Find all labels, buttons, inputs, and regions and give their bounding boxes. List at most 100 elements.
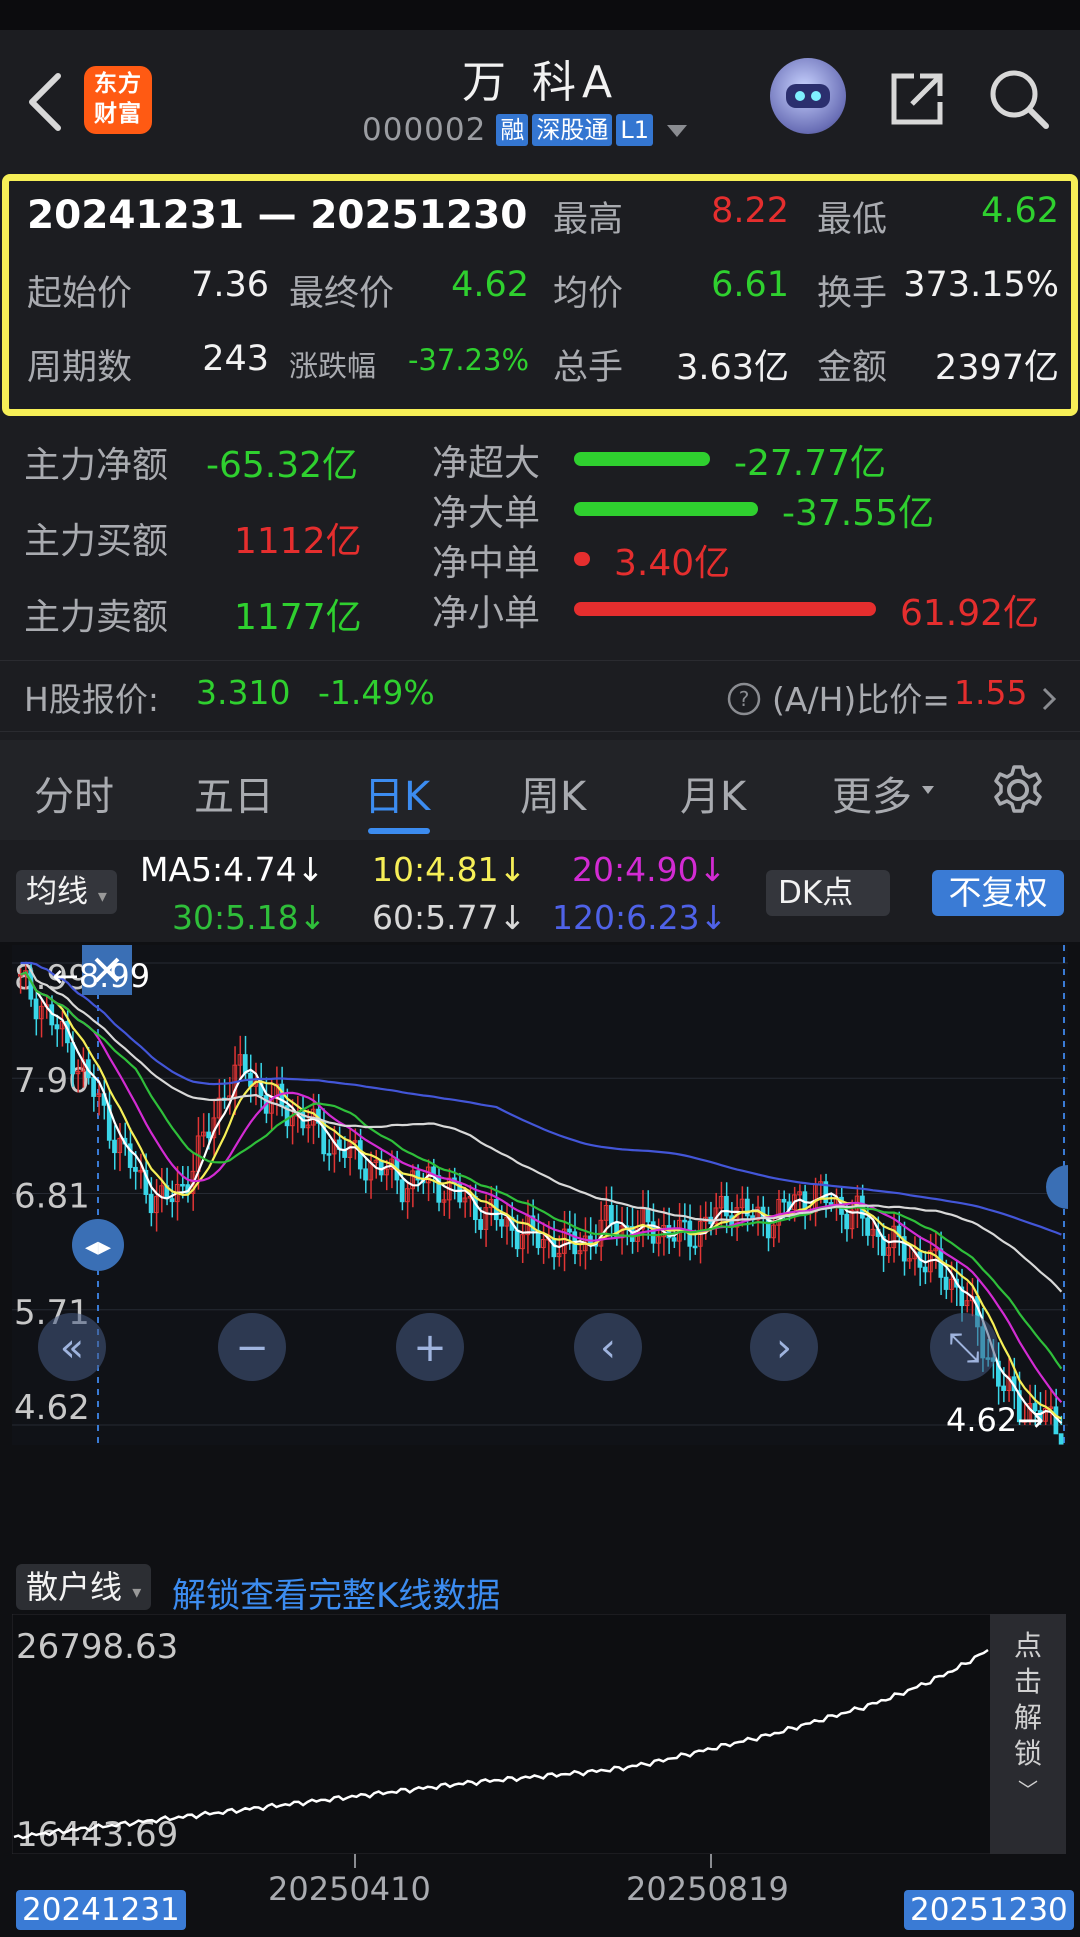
candle-body <box>326 1153 332 1156</box>
unlock-side-button[interactable]: 点 击 解 锁 ﹀ <box>990 1614 1066 1854</box>
candle-body <box>551 1238 557 1258</box>
ma-row: 均线 ▾ MA5:4.74↓ 10:4.81↓ 20:4.90↓ 30:5.18… <box>0 842 1080 942</box>
stock-code-row[interactable]: 000002 融 深股通 L1 <box>362 112 687 148</box>
end-label: 最终价 <box>289 274 395 314</box>
ma20-value: 20:4.90↓ <box>572 850 727 889</box>
candle-body <box>206 1131 212 1139</box>
back-icon[interactable] <box>22 70 72 134</box>
unlock-char-2: 击 <box>1013 1665 1042 1698</box>
capital-flow: 主力净额 -65.32亿 主力买额 1112亿 主力卖额 1177亿 净超大 -… <box>0 416 1080 652</box>
fullscreen-icon: ⤡ <box>948 1325 980 1371</box>
high-value: 8.22 <box>711 191 789 231</box>
assistant-robot-icon[interactable] <box>770 58 846 134</box>
ma-select[interactable]: 均线 ▾ <box>16 870 117 914</box>
settings-gear-icon[interactable] <box>990 762 1046 818</box>
amount-value: 2397亿 <box>934 348 1059 388</box>
candle-body <box>567 1228 572 1233</box>
svg-text:?: ? <box>739 687 750 711</box>
tab-weekly-k[interactable]: 周K <box>520 764 586 822</box>
h-share-row[interactable]: H股报价: 3.310 -1.49% ? (A/H)比价= 1.55 <box>0 660 1080 732</box>
net-m-label: 净中单 <box>432 543 541 584</box>
low-label: 最低 <box>817 200 888 240</box>
search-icon[interactable] <box>986 66 1052 132</box>
date-label-mid2: 20250819 <box>626 1870 789 1908</box>
candle-body <box>478 1219 483 1230</box>
dk-points-button[interactable]: DK点 <box>766 870 890 916</box>
candle-body <box>1001 1385 1006 1391</box>
ma120-value: 120:6.23↓ <box>552 898 728 937</box>
candle-body <box>242 1054 248 1074</box>
range-dates: 20241231 — 20251230 <box>27 193 528 238</box>
kline-chart[interactable]: 8.997.906.815.714.62←8.994.62→« − + ‹ › ⤡◂▸ <box>12 945 1068 1445</box>
stock-name: 万 科A <box>461 57 619 108</box>
candle-body <box>922 1266 928 1273</box>
turnover-value: 373.15% <box>903 265 1059 305</box>
candle-body <box>112 1139 117 1154</box>
candle-body <box>70 1042 76 1075</box>
net-m-value: 3.40亿 <box>614 543 731 584</box>
candle-body <box>1053 1406 1059 1435</box>
connect-tag: 深股通 <box>532 114 613 146</box>
candle-body <box>148 1193 154 1214</box>
prev-icon: ‹ <box>600 1325 616 1371</box>
stock-code: 000002 <box>362 112 487 148</box>
start-value: 7.36 <box>191 265 269 305</box>
retail-select-label: 散户线 <box>26 1568 123 1606</box>
candle-body <box>363 1168 368 1181</box>
app-logo[interactable]: 东方 财富 <box>84 66 152 134</box>
candle-body <box>33 998 39 1020</box>
tab-monthly-k[interactable]: 月K <box>680 764 746 822</box>
no-adjust-button[interactable]: 不复权 <box>932 870 1064 916</box>
help-icon[interactable]: ? <box>726 681 762 717</box>
date-start-tag[interactable]: 20241231 <box>16 1890 186 1930</box>
candle-body <box>378 1159 384 1176</box>
chevron-right-icon <box>1042 687 1057 711</box>
zoom-out-icon: − <box>235 1325 269 1371</box>
ma60-value: 60:5.77↓ <box>372 898 527 937</box>
net-l-bar <box>574 502 758 516</box>
header: 东方 财富 万 科A 000002 融 深股通 L1 <box>0 30 1080 170</box>
main-net-label: 主力净额 <box>24 445 169 486</box>
share-icon[interactable] <box>884 66 950 132</box>
next-icon: › <box>776 1325 792 1371</box>
chart-area: 均线 ▾ MA5:4.74↓ 10:4.81↓ 20:4.90↓ 30:5.18… <box>0 842 1080 1937</box>
ma30-value: 30:5.18↓ <box>172 898 327 937</box>
date-label-mid1: 20250410 <box>268 1870 431 1908</box>
retail-line-row: 散户线 ▾ 解锁查看完整K线数据 <box>0 1558 1080 1616</box>
tab-more[interactable]: 更多 <box>832 764 912 822</box>
more-dropdown-icon <box>922 786 934 794</box>
zoom-in-icon: + <box>413 1325 447 1371</box>
date-end-tag[interactable]: 20251230 <box>904 1890 1074 1930</box>
candle-body <box>781 1198 787 1203</box>
tab-five-day[interactable]: 五日 <box>194 764 274 822</box>
change-value: -37.23% <box>407 343 529 377</box>
low-marker: 4.62→ <box>946 1401 1044 1439</box>
unlock-char-4: 锁 <box>1013 1737 1042 1770</box>
start-label: 起始价 <box>27 274 133 314</box>
date-axis: 20250410 20250819 20241231 20251230 <box>0 1854 1080 1937</box>
candle-body <box>828 1202 834 1206</box>
retail-line-select[interactable]: 散户线 ▾ <box>16 1564 152 1610</box>
candle-body <box>692 1245 698 1249</box>
chevron-down-icon: ﹀ <box>1018 1778 1038 1802</box>
logo-line2: 财富 <box>94 101 142 127</box>
unlock-char-3: 解 <box>1013 1701 1042 1734</box>
tab-daily-k[interactable]: 日K <box>364 764 430 822</box>
y-tick-label: 4.62 <box>14 1388 90 1428</box>
low-value: 4.62 <box>981 191 1059 231</box>
candle-body <box>608 1205 614 1225</box>
main-buy-value: 1112亿 <box>234 521 362 562</box>
ma-select-label: 均线 <box>26 874 88 910</box>
axis-tick <box>710 1854 712 1868</box>
candle-body <box>91 1077 96 1097</box>
tab-intraday[interactable]: 分时 <box>34 764 114 822</box>
candle-body <box>943 1276 949 1290</box>
candle-body <box>499 1219 504 1227</box>
candle-body <box>54 1024 60 1030</box>
ma5-value: MA5:4.74↓ <box>140 850 325 889</box>
h-share-label: H股报价: <box>24 680 159 719</box>
change-label: 涨跌幅 <box>289 349 377 383</box>
net-s-value: 61.92亿 <box>900 593 1040 634</box>
avg-value: 6.61 <box>711 265 789 305</box>
unlock-kline-link[interactable]: 解锁查看完整K线数据 <box>172 1568 500 1617</box>
